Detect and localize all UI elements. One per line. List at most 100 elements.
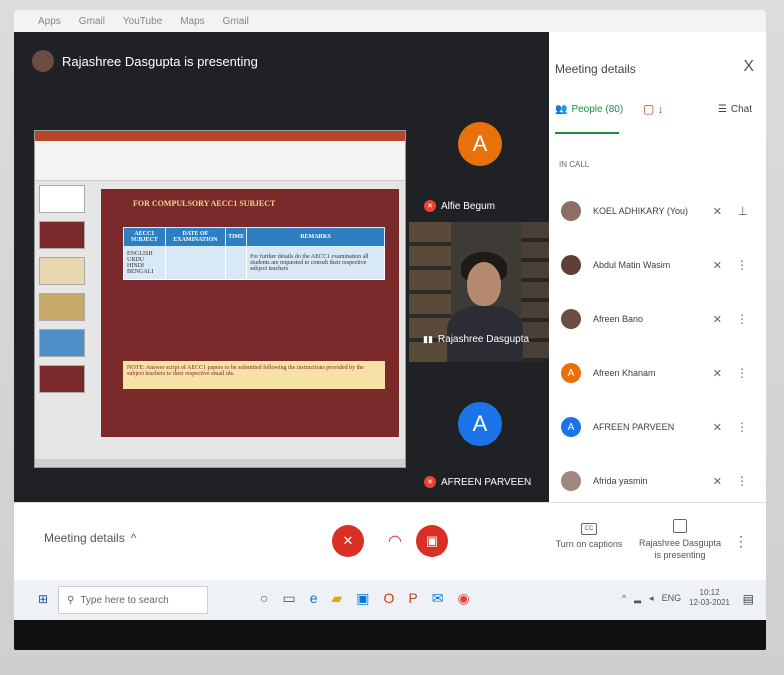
more-icon[interactable]: ⋮ (736, 312, 748, 326)
captions-button[interactable]: CC Turn on captions (554, 523, 624, 549)
ppt-body: FOR COMPULSORY AECC1 SUBJECT AECC1 SUBJE… (35, 181, 405, 459)
ppt-titlebar (35, 131, 405, 141)
presenting-line1: Rajashree Dasgupta (638, 538, 722, 548)
presenter-banner-text: Rajashree Dasgupta is presenting (62, 53, 258, 69)
avatar (561, 201, 581, 221)
bookmark-item[interactable]: Gmail (223, 16, 249, 27)
language-indicator[interactable]: ENG (662, 593, 682, 603)
slide-thumbnail (39, 257, 85, 285)
bookmark-item[interactable]: YouTube (123, 16, 162, 27)
tab-people[interactable]: 👥 People (80) (555, 104, 623, 115)
list-item[interactable]: Abdul Matin Wasim ✕ ⋮ (549, 238, 766, 292)
volume-icon[interactable]: ◂ (649, 593, 654, 604)
tray-chevron-icon[interactable]: ^ (622, 593, 626, 603)
leave-call-button[interactable]: ◠ (379, 525, 411, 557)
bookmark-item[interactable]: Maps (180, 16, 204, 27)
people-list: KOEL ADHIKARY (You) ✕ ⊥ Abdul Matin Wasi… (549, 184, 766, 508)
list-item[interactable]: Afreen Bano ✕ ⋮ (549, 292, 766, 346)
more-icon[interactable]: ⋮ (736, 420, 748, 434)
bookmarks-bar: Apps Gmail YouTube Maps Gmail (14, 10, 766, 32)
list-item[interactable]: A AFREEN PARVEEN ✕ ⋮ (549, 400, 766, 454)
section-label: IN CALL (559, 160, 590, 169)
avatar (561, 309, 581, 329)
mic-off-icon: ✕ (712, 205, 722, 218)
person-head (467, 262, 501, 306)
participant-name: Rajashree Dasgupta (437, 334, 530, 345)
slide-thumbnails (39, 185, 85, 455)
more-icon[interactable]: ⋮ (736, 474, 748, 488)
bookmark-item[interactable]: Apps (38, 16, 61, 27)
more-options-icon[interactable]: ⋮ (734, 533, 748, 550)
meeting-details-button[interactable]: Meeting details ^ (44, 531, 136, 545)
office-icon[interactable]: O (384, 590, 395, 607)
list-item[interactable]: Afrida yasmin ✕ ⋮ (549, 454, 766, 508)
annotation-icons: ▢ ↓ (643, 102, 664, 116)
remarks-cell: For further details do the AECC1 examina… (246, 246, 385, 280)
chrome-icon[interactable]: ◉ (457, 590, 469, 607)
windows-taskbar: ⊞ ⚲ Type here to search ○ ▭ e ▰ ▣ O P ✉ … (14, 580, 766, 620)
avatar (561, 255, 581, 275)
cortana-icon[interactable]: ○ (260, 590, 268, 607)
presenter-banner: Rajashree Dasgupta is presenting (32, 50, 258, 72)
notification-icon[interactable]: ▤ (743, 592, 754, 606)
store-icon[interactable]: ▣ (356, 590, 369, 607)
tab-label: Chat (730, 104, 752, 115)
pin-icon[interactable]: ⊥ (738, 204, 748, 218)
slide-thumbnail (39, 221, 85, 249)
tile-label: ▮▮ Rajashree Dasgupta (423, 334, 529, 345)
windows-start-icon[interactable]: ⊞ (38, 592, 52, 606)
date: 12-03-2021 (689, 598, 730, 607)
clock[interactable]: 10:12 12-03-2021 (689, 588, 730, 608)
bookmark-item[interactable]: Gmail (79, 16, 105, 27)
ppt-statusbar (35, 459, 405, 467)
mic-off-icon: ✕ (342, 533, 354, 548)
mic-off-icon: ✕ (712, 259, 722, 272)
more-icon[interactable]: ⋮ (736, 258, 748, 272)
time-cell (225, 246, 248, 280)
network-icon[interactable]: ▂ (634, 593, 641, 604)
participant-name: AFREEN PARVEEN (441, 476, 532, 488)
presenting-button[interactable]: Rajashree Dasgupta is presenting (638, 519, 722, 561)
mic-off-icon: ✕ (712, 421, 722, 434)
list-item[interactable]: KOEL ADHIKARY (You) ✕ ⊥ (549, 184, 766, 238)
presenter-avatar (32, 50, 54, 72)
taskbar-search[interactable]: ⚲ Type here to search (58, 586, 208, 614)
avatar: A (561, 417, 581, 437)
mic-off-icon: ✕ (712, 313, 722, 326)
table-row: ENGLISH URDU HINDI BENGALI For further d… (123, 246, 385, 280)
meeting-controls-bar: Meeting details ^ ✕ ◠ ▣ CC Turn on capti… (14, 502, 766, 580)
screen: Apps Gmail YouTube Maps Gmail Rajashree … (14, 10, 766, 650)
monitor-bezel (14, 620, 766, 650)
subject-cell: ENGLISH URDU HINDI BENGALI (123, 246, 166, 280)
taskbar-apps: ○ ▭ e ▰ ▣ O P ✉ ◉ (260, 590, 470, 607)
list-item[interactable]: A Afreen Khanam ✕ ⋮ (549, 346, 766, 400)
people-icon: 👥 (555, 104, 568, 115)
current-slide: FOR COMPULSORY AECC1 SUBJECT AECC1 SUBJE… (101, 189, 399, 437)
meeting-details-panel: Meeting details X 👥 People (80) ▢ ↓ ☰ Ch… (549, 32, 766, 502)
captions-label: Turn on captions (555, 539, 623, 549)
audio-level-icon: ▮▮ (423, 334, 433, 344)
file-explorer-icon[interactable]: ▰ (332, 590, 343, 607)
powerpoint-icon[interactable]: P (408, 590, 417, 607)
slide-note: NOTE: Answer script of AECC1 papers to b… (123, 361, 385, 389)
person-name: Afreen Bano (593, 314, 644, 324)
presenting-line2: is presenting (654, 550, 706, 560)
search-placeholder: Type here to search (80, 594, 169, 606)
participant-video-tile[interactable]: ▮▮ Rajashree Dasgupta (409, 222, 549, 362)
task-view-icon[interactable]: ▭ (282, 590, 295, 607)
participant-tile-afreen[interactable]: A ✕ AFREEN PARVEEN (412, 384, 548, 514)
edge-icon[interactable]: e (310, 590, 318, 607)
mic-off-icon: ✕ (712, 367, 722, 380)
camera-toggle-button[interactable]: ▣ (416, 525, 448, 557)
slide-thumbnail (39, 293, 85, 321)
mail-icon[interactable]: ✉ (432, 590, 444, 607)
panel-tabs: 👥 People (80) ▢ ↓ ☰ Chat (549, 92, 766, 136)
tab-chat[interactable]: ☰ Chat (718, 104, 752, 115)
more-icon[interactable]: ⋮ (736, 366, 748, 380)
close-icon[interactable]: X (743, 58, 754, 76)
person-name: Abdul Matin Wasim (593, 260, 671, 270)
participant-name: Alfie Begum (441, 200, 495, 212)
exam-table: AECC1 SUBJECT DATE OF EXAMINATION TIME R… (123, 227, 385, 280)
microphone-toggle-button[interactable]: ✕ (332, 525, 364, 557)
participant-tile-alfie[interactable]: A ✕ Alfie Begum (412, 108, 548, 238)
